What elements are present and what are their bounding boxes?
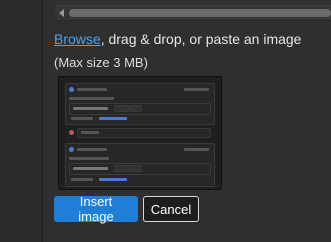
left-gutter	[0, 0, 43, 242]
preview-line	[73, 107, 108, 110]
insert-image-button[interactable]: Insert image	[54, 194, 138, 224]
preview-line	[69, 97, 114, 100]
preview-line	[71, 117, 93, 120]
scroll-left-arrow-icon[interactable]	[59, 9, 64, 17]
max-size-note: (Max size 3 MB)	[54, 55, 148, 70]
preview-line	[77, 88, 107, 91]
upload-instructions-text: , drag & drop, or paste an image	[100, 31, 302, 47]
preview-card	[114, 105, 130, 112]
preview-line	[184, 148, 209, 151]
preview-card	[130, 105, 142, 112]
preview-card	[130, 165, 142, 172]
preview-avatar	[69, 130, 74, 135]
preview-line	[77, 148, 107, 151]
preview-card	[114, 165, 130, 172]
preview-avatar	[69, 87, 74, 92]
upload-instructions: Browse, drag & drop, or paste an image	[54, 31, 301, 47]
preview-avatar	[69, 147, 74, 152]
cancel-button[interactable]: Cancel	[143, 196, 199, 222]
preview-line	[99, 178, 127, 181]
preview-line	[69, 157, 109, 160]
preview-line	[81, 131, 99, 134]
preview-line	[99, 117, 127, 120]
scrollbar-thumb[interactable]	[69, 9, 331, 17]
image-preview	[58, 76, 222, 190]
browse-link[interactable]: Browse	[54, 31, 101, 47]
preview-line	[73, 167, 108, 170]
preview-line	[71, 178, 93, 181]
preview-line	[184, 88, 209, 91]
horizontal-scrollbar[interactable]	[55, 5, 331, 21]
